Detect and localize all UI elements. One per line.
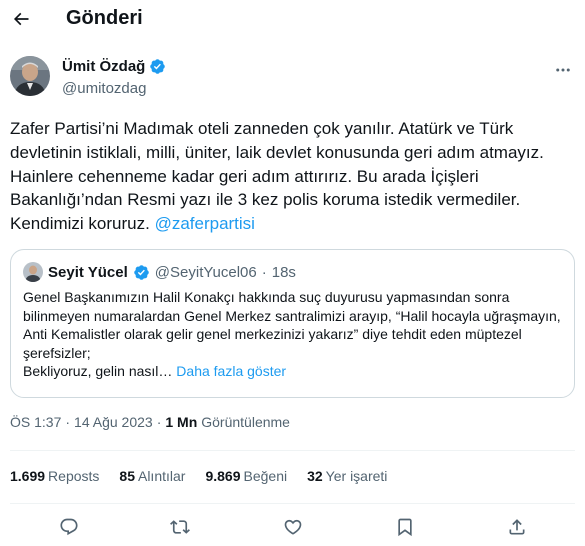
- author-name[interactable]: Ümit Özdağ: [62, 58, 145, 75]
- divider: [10, 450, 575, 451]
- share-icon: [509, 519, 525, 535]
- quotes-label: Alıntılar: [137, 468, 186, 484]
- bookmarks-stat[interactable]: 32 Yer işareti: [307, 468, 387, 484]
- quote-author-handle: @SeyitYucel06: [154, 263, 257, 281]
- reply-button[interactable]: [56, 514, 82, 540]
- tweet-actions: [0, 510, 585, 544]
- show-more-link[interactable]: Daha fazla göster: [176, 363, 286, 379]
- verified-badge-icon: [134, 264, 149, 280]
- views-count: 1 Mn: [165, 414, 198, 430]
- likes-stat[interactable]: 9.869 Beğeni: [205, 468, 287, 484]
- like-button[interactable]: [280, 514, 306, 540]
- quote-timestamp[interactable]: 18s: [272, 264, 296, 281]
- quotes-stat[interactable]: 85 Alıntılar: [119, 468, 185, 484]
- divider: [10, 503, 575, 504]
- bookmark-button[interactable]: [392, 514, 418, 540]
- mention-link[interactable]: @zaferpartisi: [155, 214, 255, 233]
- page-header: Gönderi: [0, 0, 585, 40]
- reply-icon: [60, 518, 78, 536]
- verified-badge-icon: [150, 59, 166, 74]
- back-button[interactable]: [6, 4, 36, 34]
- likes-count: 9.869: [205, 468, 241, 484]
- meta-separator: ·: [65, 414, 71, 430]
- tweet-meta: ÖS 1:37 · 14 Ağu 2023 · 1 Mn Görüntülenm…: [10, 414, 290, 430]
- author-handle[interactable]: @umitozdag: [62, 80, 146, 97]
- page-title: Gönderi: [66, 7, 143, 29]
- tweet-text: Zafer Partisi’ni Madımak oteli zanneden …: [10, 117, 570, 236]
- repost-icon: [170, 520, 190, 534]
- quote-avatar[interactable]: [23, 262, 43, 282]
- quoted-tweet[interactable]: Seyit Yücel @SeyitYucel06 · 18s Genel Ba…: [10, 249, 575, 398]
- reposts-count: 1.699: [10, 468, 46, 484]
- tweet-body: Zafer Partisi’ni Madımak oteli zanneden …: [10, 119, 544, 234]
- tweet-stats: 1.699 Reposts 85 Alıntılar 9.869 Beğeni 32 Y…: [10, 468, 407, 484]
- share-button[interactable]: [504, 514, 530, 540]
- reposts-label: Reposts: [48, 468, 100, 484]
- avatar[interactable]: [10, 56, 50, 96]
- arrow-left-icon: [13, 12, 29, 26]
- quote-separator: ·: [261, 263, 267, 281]
- like-icon: [284, 519, 302, 535]
- meta-separator: ·: [156, 414, 162, 430]
- more-icon: [556, 68, 570, 72]
- bookmarks-label: Yer işareti: [325, 468, 388, 484]
- repost-button[interactable]: [167, 514, 193, 540]
- tweet-time[interactable]: ÖS 1:37: [10, 414, 61, 430]
- quote-author-name[interactable]: Seyit Yücel: [48, 264, 128, 281]
- quotes-count: 85: [119, 468, 135, 484]
- quote-text: Genel Başkanımızın Halil Konakçı hakkınd…: [23, 288, 568, 381]
- bookmarks-count: 32: [307, 468, 323, 484]
- reposts-stat[interactable]: 1.699 Reposts: [10, 468, 99, 484]
- bookmark-icon: [398, 518, 412, 537]
- more-options-button[interactable]: [551, 60, 575, 80]
- likes-label: Beğeni: [243, 468, 288, 484]
- tweet-author: Ümit Özdağ @umitozdag: [10, 56, 575, 100]
- views-label: Görüntülenme: [201, 414, 290, 430]
- quote-body: Genel Başkanımızın Halil Konakçı hakkınd…: [23, 289, 561, 361]
- quote-body-line2: Bekliyoruz, gelin nasıl…: [23, 363, 173, 379]
- tweet-date[interactable]: 14 Ağu 2023: [74, 414, 153, 430]
